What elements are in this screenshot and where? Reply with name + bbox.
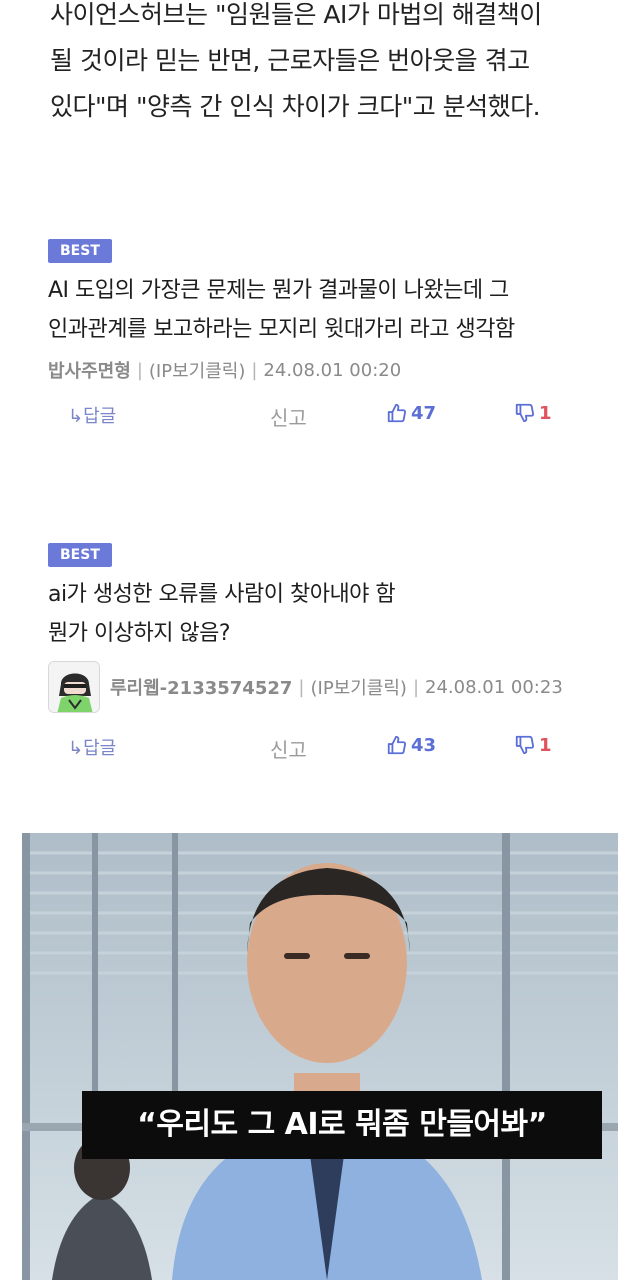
- ip-link[interactable]: (IP보기클릭): [149, 357, 245, 383]
- office-scene-illustration: [22, 833, 618, 1280]
- comment-line: 인과관계를 보고하라는 모지리 윗대가리 라고 생각함: [48, 317, 515, 342]
- comment-meta: 밥사주면형 | (IP보기클릭) | 24.08.01 00:20: [48, 357, 608, 383]
- thumbs-down-icon: [515, 735, 535, 755]
- like-button[interactable]: 47: [386, 402, 436, 424]
- comment-text: AI 도입의 가장큰 문제는 뭔가 결과물이 나왔는데 그 인과관계를 보고하라…: [48, 271, 608, 349]
- like-button[interactable]: 43: [386, 734, 436, 756]
- author-nickname[interactable]: 밥사주면형: [48, 357, 131, 383]
- article-body: 사이언스허브는 "임원들은 AI가 마법의 해결책이 될 것이라 믿는 반면, …: [50, 0, 610, 130]
- comment-line: 뭔가 이상하지 않음?: [48, 621, 231, 646]
- meta-divider: |: [251, 359, 258, 381]
- article-line: 있다"며 "양측 간 인식 차이가 크다"고 분석했다.: [50, 92, 541, 121]
- ip-link[interactable]: (IP보기클릭): [310, 674, 406, 700]
- comment-timestamp: 24.08.01 00:23: [425, 676, 563, 698]
- dislike-button[interactable]: 1: [514, 402, 552, 424]
- article-line: 사이언스허브는 "임원들은 AI가 마법의 해결책이: [50, 0, 542, 29]
- thumbs-up-icon: [387, 735, 407, 755]
- avatar[interactable]: [48, 661, 100, 713]
- reply-button[interactable]: ↳답글: [68, 402, 116, 428]
- avatar-image: [49, 662, 99, 712]
- comment-meta: 루리웹-2133574527 | (IP보기클릭) | 24.08.01 00:…: [48, 661, 608, 713]
- comment-item: BEST AI 도입의 가장큰 문제는 뭔가 결과물이 나왔는데 그 인과관계를…: [48, 239, 608, 383]
- meta-divider: |: [298, 676, 305, 698]
- dislike-count: 1: [539, 734, 552, 756]
- best-badge: BEST: [48, 543, 112, 567]
- like-count: 43: [411, 734, 437, 756]
- like-count: 47: [411, 402, 437, 424]
- meta-divider: |: [412, 676, 420, 698]
- comment-line: AI 도입의 가장큰 문제는 뭔가 결과물이 나왔는데 그: [48, 278, 509, 303]
- thumbs-down-icon: [515, 403, 535, 423]
- comment-timestamp: 24.08.01 00:20: [263, 359, 402, 381]
- comment-line: ai가 생성한 오류를 사람이 찾아내야 함: [48, 582, 396, 607]
- report-button[interactable]: 신고: [270, 402, 307, 431]
- report-button[interactable]: 신고: [270, 734, 307, 763]
- article-line: 될 것이라 믿는 반면, 근로자들은 번아웃을 겪고: [50, 46, 530, 75]
- best-badge: BEST: [48, 239, 112, 263]
- thumbs-up-icon: [387, 403, 407, 423]
- image-caption: “우리도 그 AI로 뭐좀 만들어봐”: [82, 1091, 602, 1159]
- reply-button[interactable]: ↳답글: [68, 734, 116, 760]
- comment-item: BEST ai가 생성한 오류를 사람이 찾아내야 함 뭔가 이상하지 않음? …: [48, 543, 608, 713]
- comment-actions: ↳답글 신고 43 1: [48, 734, 608, 764]
- author-nickname[interactable]: 루리웹-2133574527: [110, 674, 292, 700]
- dislike-button[interactable]: 1: [514, 734, 552, 756]
- dislike-count: 1: [539, 402, 552, 424]
- comment-text: ai가 생성한 오류를 사람이 찾아내야 함 뭔가 이상하지 않음?: [48, 575, 608, 653]
- meta-divider: |: [136, 359, 143, 381]
- comment-actions: ↳답글 신고 47 1: [48, 402, 608, 432]
- meme-image: “우리도 그 AI로 뭐좀 만들어봐”: [22, 833, 618, 1280]
